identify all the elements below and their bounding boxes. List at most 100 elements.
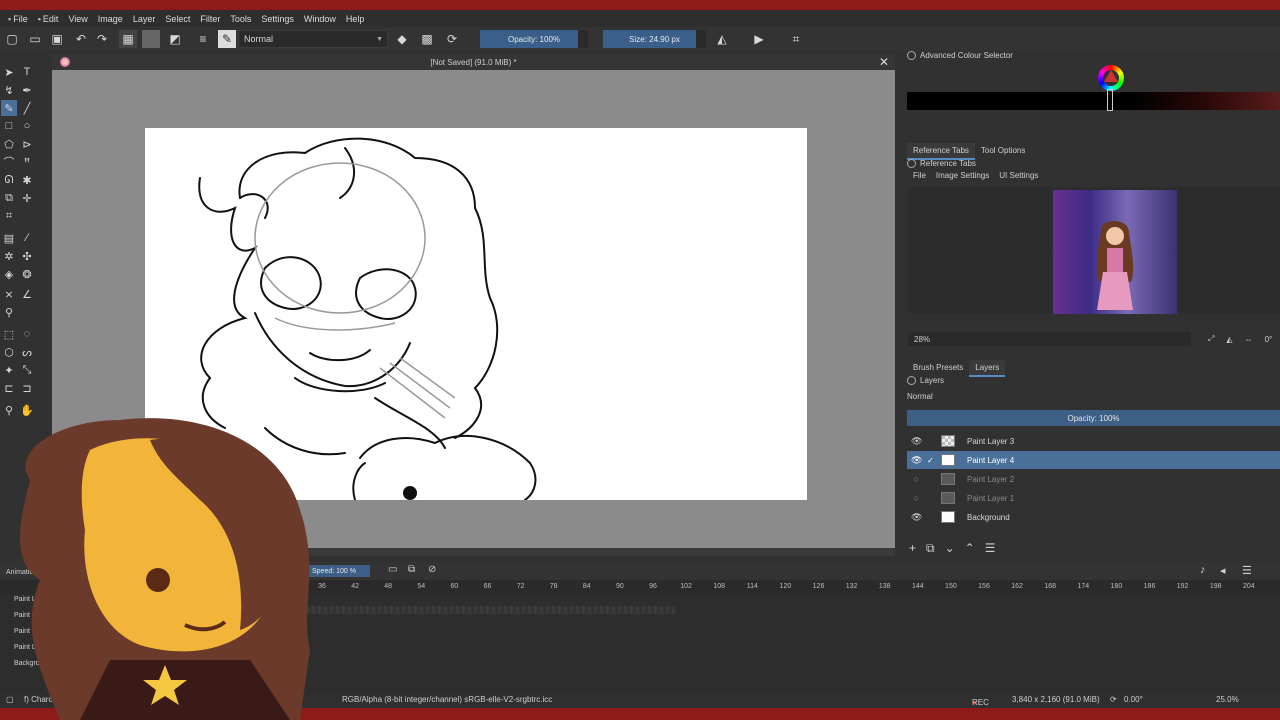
eye-hidden-icon[interactable]: ○ <box>911 474 921 484</box>
magnetic-select-icon[interactable]: ⊐ <box>19 380 35 396</box>
crop-tool-icon[interactable]: ⌗ <box>1 208 17 224</box>
reference-menu-image-settings[interactable]: Image Settings <box>936 171 989 180</box>
size-slider-spin[interactable] <box>696 30 706 48</box>
opacity-slider-spin[interactable] <box>578 30 588 48</box>
pin-icon[interactable]: ⊘ <box>428 564 436 575</box>
freehand-select-icon[interactable]: ᔕ <box>19 344 35 360</box>
new-document-icon[interactable]: ▢ <box>3 30 21 48</box>
mirror-horizontal-icon[interactable]: ◭ <box>713 30 731 48</box>
freehand-path-icon[interactable]: ꟸ <box>19 154 35 170</box>
menu-image[interactable]: Image <box>94 14 129 24</box>
wrap-around-icon[interactable]: ⌗ <box>787 30 805 48</box>
menu-filter[interactable]: Filter <box>196 14 226 24</box>
menu-file[interactable]: ▪ File <box>4 14 34 24</box>
layer-properties-icon[interactable]: ☰ <box>985 541 996 556</box>
reload-preset-icon[interactable]: ⟳ <box>443 30 461 48</box>
enclose-fill-icon[interactable]: ❂ <box>19 266 35 282</box>
opacity-slider[interactable]: Opacity: 100% <box>480 30 588 48</box>
blend-mode-select[interactable]: Normal ▼ <box>238 30 388 48</box>
mirror-vertical-icon[interactable]: ▶ <box>750 30 768 48</box>
layer-row-selected[interactable]: 👁 ✓ Paint Layer 4 <box>907 451 1280 469</box>
colorize-mask-icon[interactable]: ✲ <box>1 248 17 264</box>
mirror-icon[interactable]: ◭ <box>1226 335 1232 344</box>
calligraphy-icon[interactable]: ✒ <box>19 82 35 98</box>
document-tab[interactable]: [Not Saved] (91.0 MiB) * ✕ <box>52 54 895 70</box>
layer-row[interactable]: 👁 Paint Layer 3 <box>907 432 1280 450</box>
frame-view-icon[interactable]: ▭ <box>388 564 397 575</box>
layer-row[interactable]: ○ Paint Layer 1 <box>907 489 1280 507</box>
open-folder-icon[interactable]: ▭ <box>26 30 44 48</box>
eraser-icon[interactable]: ◆ <box>393 30 411 48</box>
colour-cursor[interactable] <box>1107 89 1113 111</box>
smart-patch-icon[interactable]: ✣ <box>19 248 35 264</box>
ellipse-select-icon[interactable]: ◌ <box>19 326 35 342</box>
tab-reference-tabs[interactable]: Reference Tabs <box>907 143 975 160</box>
eye-icon[interactable]: 👁 <box>911 455 922 466</box>
similar-select-icon[interactable]: ⤡ <box>19 362 35 378</box>
layers-blend-mode[interactable]: Normal <box>907 392 933 401</box>
reference-viewer[interactable] <box>908 187 1280 314</box>
rect-select-icon[interactable]: ⬚ <box>1 326 17 342</box>
checkmark-icon[interactable]: ✓ <box>927 456 934 465</box>
ellipse-tool-icon[interactable]: ○ <box>19 118 35 134</box>
onion-skin-icon[interactable]: ⧉ <box>408 564 415 575</box>
menu-window[interactable]: Window <box>300 14 342 24</box>
timeline-menu-icon[interactable]: ☰ <box>1242 564 1252 577</box>
gradient-tool-icon[interactable]: ▤ <box>1 230 17 246</box>
undo-icon[interactable]: ↶ <box>72 30 90 48</box>
polygon-select-icon[interactable]: ⬡ <box>1 344 17 360</box>
size-slider[interactable]: Size: 24.90 px <box>603 30 706 48</box>
tab-layers[interactable]: Layers <box>969 360 1006 377</box>
dynamic-brush-icon[interactable]: ᘏ <box>1 172 17 188</box>
menu-view[interactable]: View <box>64 14 93 24</box>
audio-icon[interactable]: ♪ <box>1200 564 1206 576</box>
tab-tool-options[interactable]: Tool Options <box>975 143 1031 160</box>
layers-opacity-slider[interactable]: Opacity: 100% <box>907 410 1280 426</box>
alpha-lock-icon[interactable]: ▩ <box>418 30 436 48</box>
add-layer-icon[interactable]: + <box>909 541 916 556</box>
fill-tool-icon[interactable]: ◈ <box>1 266 17 282</box>
brush-preset-icon[interactable]: ✎ <box>218 30 236 48</box>
menu-tools[interactable]: Tools <box>226 14 257 24</box>
fg-bg-color-icon[interactable]: ◩ <box>166 30 184 48</box>
colour-value-bar[interactable] <box>907 92 1280 110</box>
reference-menu-ui-settings[interactable]: UI Settings <box>999 171 1038 180</box>
menu-edit[interactable]: ▪ Edit <box>34 14 65 24</box>
colour-triangle[interactable] <box>1104 70 1118 82</box>
eye-hidden-icon[interactable]: ○ <box>911 493 921 503</box>
layer-row[interactable]: 👁 Background <box>907 508 1280 526</box>
frame-strip[interactable] <box>300 606 675 614</box>
menu-settings[interactable]: Settings <box>257 14 300 24</box>
select-shapes-icon[interactable]: ➤ <box>1 64 17 80</box>
line-tool-icon[interactable]: ╱ <box>19 100 35 116</box>
flip-icon[interactable]: ⇔ <box>1245 335 1253 344</box>
close-icon[interactable]: ✕ <box>879 55 889 69</box>
reference-menu-file[interactable]: File <box>913 171 926 180</box>
rectangle-tool-icon[interactable]: □ <box>1 118 17 134</box>
edit-shapes-icon[interactable]: ↯ <box>1 82 17 98</box>
duplicate-layer-icon[interactable]: ⧉ <box>926 541 935 556</box>
layer-row[interactable]: ○ Paint Layer 2 <box>907 470 1280 488</box>
fit-icon[interactable]: ⤢ <box>1208 334 1214 344</box>
eye-icon[interactable]: 👁 <box>911 436 922 447</box>
redo-icon[interactable]: ↷ <box>93 30 111 48</box>
brush-settings-icon[interactable]: ≡ <box>194 30 212 48</box>
transform-tool-icon[interactable]: ⧉ <box>1 190 17 206</box>
text-tool-icon[interactable]: T <box>19 64 35 80</box>
move-up-icon[interactable]: ⌃ <box>965 541 975 556</box>
bezier-select-icon[interactable]: ⊏ <box>1 380 17 396</box>
multibrush-icon[interactable]: ✱ <box>19 172 35 188</box>
eye-icon[interactable]: 👁 <box>911 512 922 523</box>
rotation-value[interactable]: 0° <box>1265 335 1273 344</box>
freehand-brush-icon[interactable]: ✎ <box>1 100 17 116</box>
contiguous-select-icon[interactable]: ✦ <box>1 362 17 378</box>
gradient-swatch-icon[interactable]: ▦ <box>119 30 137 48</box>
move-down-icon[interactable]: ⌄ <box>945 541 955 556</box>
reference-zoom-field[interactable]: 28% <box>908 332 1191 346</box>
volume-icon[interactable]: ◂ <box>1220 564 1226 577</box>
save-icon[interactable]: ▣ <box>48 30 66 48</box>
measure-tool-icon[interactable]: ∠ <box>19 286 35 302</box>
canvas-zoom[interactable]: 25.0% <box>1216 695 1239 704</box>
color-picker-icon[interactable]: ⁄ <box>19 230 35 246</box>
tab-brush-presets[interactable]: Brush Presets <box>907 360 969 377</box>
